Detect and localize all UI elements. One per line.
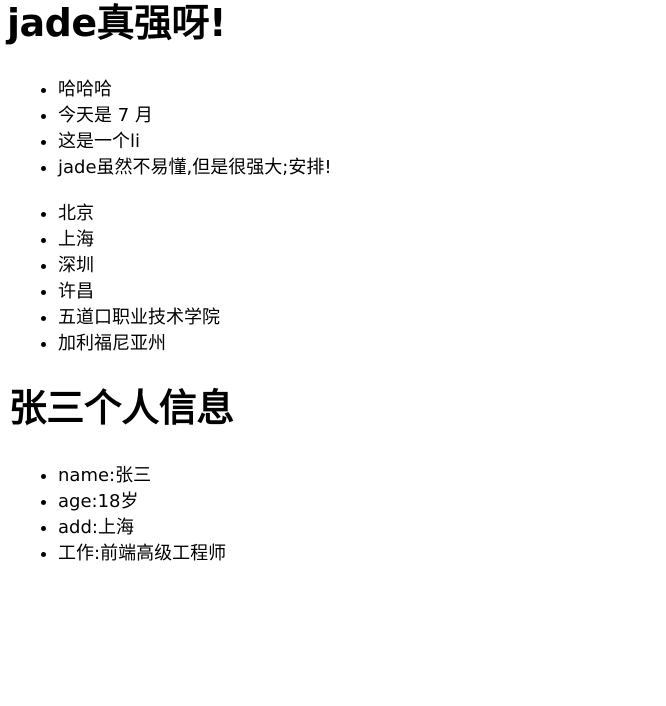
cities-list: 北京 上海 深圳 许昌 五道口职业技术学院 加利福尼亚州 bbox=[0, 201, 220, 357]
list-item: 哈哈哈 bbox=[58, 77, 332, 103]
intro-list: 哈哈哈 今天是 7 月 这是一个li jade虽然不易懂,但是很强大;安排! bbox=[0, 77, 332, 181]
list-item: 今天是 7 月 bbox=[58, 103, 332, 129]
list-item: jade虽然不易懂,但是很强大;安排! bbox=[58, 155, 332, 181]
list-item: 上海 bbox=[58, 227, 220, 253]
list-item: 许昌 bbox=[58, 279, 220, 305]
list-item: 加利福尼亚州 bbox=[58, 331, 220, 357]
list-item: 这是一个li bbox=[58, 129, 332, 155]
profile-list: name:张三 age:18岁 add:上海 工作:前端高级工程师 bbox=[0, 463, 226, 567]
list-item: 五道口职业技术学院 bbox=[58, 305, 220, 331]
list-item: add:上海 bbox=[58, 515, 226, 541]
list-item: age:18岁 bbox=[58, 489, 226, 515]
list-item: name:张三 bbox=[58, 463, 226, 489]
list-item: 工作:前端高级工程师 bbox=[58, 541, 226, 567]
list-item: 北京 bbox=[58, 201, 220, 227]
profile-title: 张三个人信息 bbox=[9, 386, 235, 430]
page-title: jade真强呀! bbox=[7, 1, 226, 45]
list-item: 深圳 bbox=[58, 253, 220, 279]
